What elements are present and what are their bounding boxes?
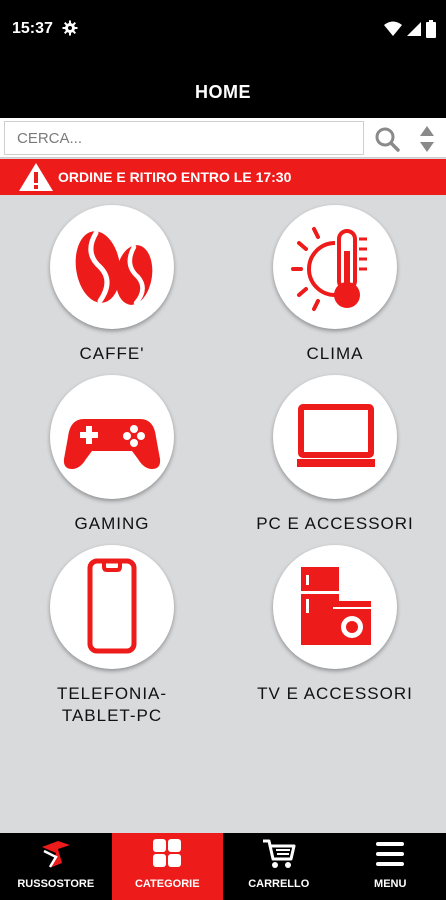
nav-label: RUSSOSTORE — [17, 878, 95, 890]
category-icon-circle — [273, 375, 397, 499]
russostore-logo-icon — [41, 841, 70, 868]
category-icon-circle — [273, 545, 397, 669]
thermometer-sun-icon — [291, 227, 367, 311]
category-label: PC E ACCESSORI — [256, 514, 414, 533]
nav-item-carrello[interactable]: CARRELLO — [223, 833, 335, 900]
page-title: HOME — [195, 82, 251, 102]
nav-label: CATEGORIE — [134, 878, 200, 890]
category-label: GAMING — [74, 514, 150, 533]
category-icon-circle — [50, 375, 174, 499]
nav-item-menu[interactable]: MENU — [335, 833, 446, 900]
category-label: CAFFE' — [79, 344, 145, 363]
category-pc-accessori[interactable]: PC E ACCESSORI — [245, 375, 425, 535]
category-label: CLIMA — [306, 344, 364, 363]
cart-icon — [262, 839, 296, 868]
category-icon-circle — [50, 545, 174, 669]
warning-icon — [19, 163, 53, 191]
search-bar — [0, 118, 446, 158]
app-bar: HOME — [0, 58, 446, 118]
search-icon[interactable] — [374, 126, 400, 152]
coffee-bean-icon — [75, 230, 153, 306]
category-label: TV E ACCESSORI — [257, 684, 413, 703]
category-gaming[interactable]: GAMING — [22, 375, 202, 535]
gamepad-icon — [63, 419, 161, 469]
appliances-icon — [301, 567, 371, 645]
wifi-icon — [384, 21, 402, 36]
category-label: TELEFONIA- TABLET-PC — [56, 684, 168, 725]
settings-gear-icon — [62, 20, 78, 36]
status-bar: 15:37 — [0, 0, 446, 58]
battery-icon — [426, 20, 436, 38]
notice-banner: ORDINE E RITIRO ENTRO LE 17:30 — [0, 159, 446, 195]
sort-arrows-icon[interactable] — [418, 124, 436, 154]
laptop-icon — [297, 404, 375, 467]
nav-label: MENU — [374, 878, 407, 890]
signal-icon — [407, 22, 421, 36]
banner-text: ORDINE E RITIRO ENTRO LE 17:30 — [58, 169, 292, 185]
category-icon-circle — [273, 205, 397, 329]
nav-item-categorie[interactable]: CATEGORIE — [111, 833, 223, 900]
status-indicators — [384, 20, 436, 38]
status-time: 15:37 — [12, 20, 53, 37]
categories-grid-icon — [153, 839, 182, 867]
bottom-nav: RUSSOSTORE CATEGORIE CARRELLO MENU — [0, 833, 446, 900]
search-input[interactable] — [4, 121, 364, 155]
category-telefonia[interactable]: TELEFONIA- TABLET-PC — [22, 545, 202, 727]
hamburger-menu-icon — [376, 842, 405, 866]
category-icon-circle — [50, 205, 174, 329]
category-tv-accessori[interactable]: TV E ACCESSORI — [245, 545, 425, 705]
category-clima[interactable]: CLIMA — [245, 205, 425, 365]
nav-item-russostore[interactable]: RUSSOSTORE — [0, 833, 112, 900]
category-caffe[interactable]: CAFFE' — [22, 205, 202, 365]
nav-label: CARRELLO — [248, 878, 310, 890]
smartphone-icon — [87, 558, 137, 654]
